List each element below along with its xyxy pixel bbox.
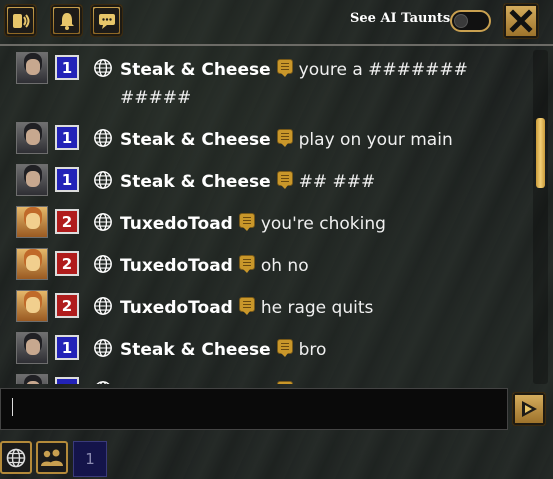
chat-scrollbar-thumb[interactable] xyxy=(536,118,545,188)
message-line: TuxedoToad he rage quits xyxy=(120,294,520,322)
avatar-portrait xyxy=(26,129,40,145)
player-name[interactable]: Steak & Cheese xyxy=(120,60,271,80)
globe-icon xyxy=(94,255,112,273)
message-line: Steak & Cheese play on your main xyxy=(120,126,520,154)
globe-icon xyxy=(94,129,112,147)
player-number-badge: 1 xyxy=(55,167,79,192)
avatar-portrait xyxy=(26,255,40,271)
player-name[interactable]: TuxedoToad xyxy=(120,214,233,234)
avatar-portrait xyxy=(26,59,40,75)
player-avatar[interactable] xyxy=(16,164,48,196)
message-text: bro xyxy=(298,340,327,360)
message-text: play on your main xyxy=(298,130,453,150)
globe-icon xyxy=(94,297,112,315)
player-number-badge: 1 xyxy=(55,125,79,150)
player-avatar[interactable] xyxy=(16,374,48,384)
player-avatar[interactable] xyxy=(16,206,48,238)
chat-log[interactable]: 1 Steak & Cheese youre a ####### ##### 1 Ste… xyxy=(0,48,530,384)
message-line: Steak & Cheese ## ### xyxy=(120,168,520,196)
chat-scrollbar[interactable] xyxy=(533,50,548,384)
team-channel-button[interactable] xyxy=(36,441,68,474)
voice-chat-button[interactable] xyxy=(4,4,37,37)
globe-icon xyxy=(94,59,112,77)
message-text: you're choking xyxy=(260,214,386,234)
player-number-badge: 1 xyxy=(55,377,79,384)
send-arrow-icon xyxy=(522,401,537,417)
voice-chat-icon xyxy=(12,13,29,28)
close-icon xyxy=(509,9,533,33)
player-name[interactable]: TuxedoToad xyxy=(120,256,233,276)
toggle-knob xyxy=(454,14,468,28)
player-number-badge: 2 xyxy=(55,251,79,276)
message-text: its not even tcht you xyxy=(299,382,475,384)
toolbar-divider xyxy=(0,44,553,46)
chat-bubble-icon xyxy=(276,129,293,147)
group-icon xyxy=(41,449,63,466)
chat-button[interactable] xyxy=(90,4,123,37)
notifications-button[interactable] xyxy=(50,4,83,37)
message-line: Steak & Cheese its not even tcht you xyxy=(120,378,520,384)
avatar-portrait xyxy=(26,171,40,187)
avatar-portrait xyxy=(26,297,40,313)
player-number-badge: 2 xyxy=(55,293,79,318)
chat-input-row xyxy=(0,386,553,432)
player-number-badge: 2 xyxy=(55,209,79,234)
globe-icon xyxy=(94,339,112,357)
chat-bubble-icon xyxy=(276,59,293,77)
global-channel-button[interactable] xyxy=(0,441,32,474)
chat-bubble-icon xyxy=(238,213,255,231)
player-avatar[interactable] xyxy=(16,332,48,364)
player-name[interactable]: TuxedoToad xyxy=(120,298,233,318)
player-name[interactable]: Steak & Cheese xyxy=(120,130,271,150)
message-text: ## ### xyxy=(298,172,376,192)
see-ai-taunts-label: See AI Taunts xyxy=(350,11,451,26)
close-button[interactable] xyxy=(503,3,539,39)
send-button[interactable] xyxy=(512,392,546,426)
chat-bubble-icon xyxy=(276,381,293,384)
player-name[interactable]: Steak & Cheese xyxy=(120,172,271,192)
chat-bubble-icon xyxy=(238,297,255,315)
see-ai-taunts-toggle[interactable] xyxy=(450,10,491,32)
message-line: TuxedoToad you're choking xyxy=(120,210,520,238)
globe-icon xyxy=(6,448,26,467)
player-avatar[interactable] xyxy=(16,122,48,154)
globe-icon xyxy=(94,171,112,189)
globe-icon xyxy=(96,381,110,384)
avatar-portrait xyxy=(26,339,40,355)
message-line: TuxedoToad oh no xyxy=(120,252,520,280)
chat-bubble-icon xyxy=(238,255,255,273)
chat-bubble-icon xyxy=(98,13,115,29)
chat-input[interactable] xyxy=(0,388,508,430)
player-avatar[interactable] xyxy=(16,290,48,322)
player-number-badge: 1 xyxy=(55,335,79,360)
player-name[interactable]: Steak & Cheese xyxy=(120,340,271,360)
player-number-badge: 1 xyxy=(55,55,79,80)
avatar-portrait xyxy=(26,381,40,384)
player-avatar[interactable] xyxy=(16,52,48,84)
chat-channel-bar: 1 xyxy=(0,436,553,479)
bell-icon xyxy=(59,12,74,30)
avatar-portrait xyxy=(26,213,40,229)
player-name[interactable]: Steak & Cheese xyxy=(120,382,271,384)
player-avatar[interactable] xyxy=(16,248,48,280)
globe-icon xyxy=(94,213,112,231)
chat-toolbar: See AI Taunts xyxy=(0,0,553,44)
channel-count-badge[interactable]: 1 xyxy=(73,441,107,477)
text-caret xyxy=(12,398,13,416)
message-text: oh no xyxy=(260,256,309,276)
message-line: Steak & Cheese bro xyxy=(120,336,520,364)
chat-bubble-icon xyxy=(276,339,293,357)
message-text: he rage quits xyxy=(260,298,374,318)
message-line: Steak & Cheese youre a ####### ##### xyxy=(120,56,520,112)
chat-bubble-icon xyxy=(276,171,293,189)
